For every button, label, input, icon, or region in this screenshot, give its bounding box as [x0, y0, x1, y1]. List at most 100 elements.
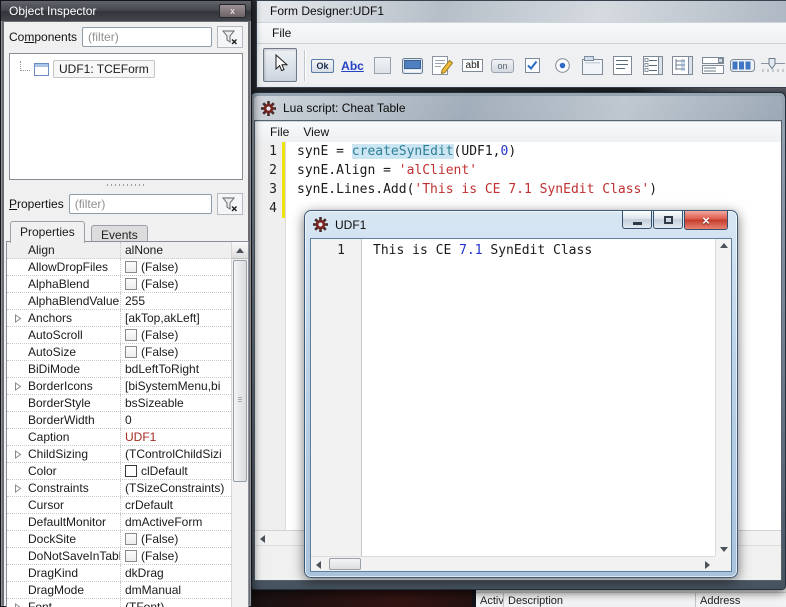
edit-tool[interactable]: abI	[460, 51, 485, 80]
property-value[interactable]: (False)	[121, 345, 231, 359]
property-row[interactable]: DoNotSaveInTable(False)	[7, 548, 231, 565]
property-value[interactable]: bsSizeable	[121, 396, 231, 410]
column-address[interactable]: Address	[696, 593, 786, 607]
lua-window-titlebar[interactable]: Lua script: Cheat Table	[254, 96, 782, 120]
property-row[interactable]: DockSite(False)	[7, 531, 231, 548]
property-value[interactable]: [biSystemMenu,bi	[121, 379, 231, 393]
scroll-left-icon[interactable]	[260, 535, 265, 543]
checkbox-icon[interactable]	[125, 346, 137, 358]
property-value[interactable]: dmManual	[121, 583, 231, 597]
column-description[interactable]: Description	[504, 593, 696, 607]
scroll-down-icon[interactable]	[720, 547, 728, 552]
menu-file[interactable]: File	[265, 24, 298, 42]
radiobutton-tool[interactable]	[550, 51, 575, 80]
scroll-right-icon[interactable]	[705, 561, 710, 569]
checkbox-icon[interactable]	[125, 550, 137, 562]
property-row[interactable]: Font(TFont)	[7, 599, 231, 607]
code-line[interactable]: 1synE = createSynEdit(UDF1,0)	[255, 142, 781, 161]
property-value[interactable]: 255	[121, 294, 231, 308]
property-value[interactable]: dmActiveForm	[121, 515, 231, 529]
property-row[interactable]: ChildSizing(TControlChildSizi	[7, 446, 231, 463]
property-row[interactable]: AutoScroll(False)	[7, 327, 231, 344]
togglebox-tool[interactable]: on	[490, 51, 515, 80]
property-row[interactable]: BiDiModebdLeftToRight	[7, 361, 231, 378]
checkbox-tool[interactable]	[520, 51, 545, 80]
code-line[interactable]: 2synE.Align = 'alClient'	[255, 161, 781, 180]
menu-file[interactable]: File	[263, 123, 296, 141]
property-value[interactable]: clDefault	[121, 464, 231, 478]
synedit-editor[interactable]: 1This is CE 7.1 SynEdit Class	[311, 239, 715, 556]
property-row[interactable]: AutoSize(False)	[7, 344, 231, 361]
code-line[interactable]: 3synE.Lines.Add('This is CE 7.1 SynEdit …	[255, 180, 781, 199]
property-value[interactable]: (False)	[121, 532, 231, 546]
scroll-left-icon[interactable]	[316, 561, 321, 569]
object-inspector-titlebar[interactable]: Object Inspector x	[1, 1, 251, 21]
property-row[interactable]: ColorclDefault	[7, 463, 231, 480]
maximize-button[interactable]	[653, 211, 683, 229]
checklistbox-tool[interactable]	[640, 51, 665, 80]
property-value[interactable]: (TControlChildSizi	[121, 447, 231, 461]
tab-properties[interactable]: Properties	[10, 221, 85, 243]
property-row[interactable]: BorderIcons[biSystemMenu,bi	[7, 378, 231, 395]
treeview-tool[interactable]	[670, 51, 695, 80]
property-value[interactable]: 0	[121, 413, 231, 427]
property-value[interactable]: dkDrag	[121, 566, 231, 580]
components-filter-clear-button[interactable]	[217, 26, 243, 48]
color-swatch[interactable]	[125, 465, 137, 477]
properties-filter-input[interactable]	[69, 194, 212, 214]
trackbar-tool[interactable]	[760, 51, 785, 80]
expand-icon[interactable]	[7, 450, 28, 459]
combobox-tool[interactable]	[700, 51, 725, 80]
property-value[interactable]: (False)	[121, 549, 231, 563]
property-value[interactable]: (False)	[121, 260, 231, 274]
scroll-up-icon[interactable]	[232, 242, 248, 259]
close-button[interactable]: ×	[684, 211, 728, 230]
components-filter-input[interactable]	[82, 27, 212, 47]
synedit-vertical-scrollbar[interactable]	[715, 239, 731, 556]
property-value[interactable]: [akTop,akLeft]	[121, 311, 231, 325]
property-row[interactable]: DefaultMonitordmActiveForm	[7, 514, 231, 531]
splitter-handle[interactable]	[4, 180, 248, 189]
property-value[interactable]: (False)	[121, 328, 231, 342]
property-value[interactable]: UDF1	[121, 430, 231, 444]
properties-filter-clear-button[interactable]	[217, 193, 243, 215]
property-value[interactable]: (TSizeConstraints)	[121, 481, 231, 495]
expand-icon[interactable]	[7, 314, 28, 323]
listbox-tool[interactable]	[610, 51, 635, 80]
property-value[interactable]: alNone	[121, 243, 231, 257]
minimize-button[interactable]	[622, 211, 652, 229]
code-line[interactable]: 1This is CE 7.1 SynEdit Class	[311, 239, 715, 259]
memo-tool[interactable]	[430, 51, 455, 80]
property-value[interactable]: (TFont)	[121, 600, 231, 607]
image-tool[interactable]	[400, 51, 425, 80]
property-row[interactable]: BorderStylebsSizeable	[7, 395, 231, 412]
property-row[interactable]: Constraints(TSizeConstraints)	[7, 480, 231, 497]
expand-icon[interactable]	[7, 484, 28, 493]
property-row[interactable]: BorderWidth0	[7, 412, 231, 429]
cursor-tool[interactable]	[263, 48, 297, 82]
form-designer-titlebar[interactable]: Form Designer:UDF1	[257, 1, 786, 22]
checkbox-icon[interactable]	[125, 329, 137, 341]
close-icon[interactable]: x	[219, 4, 246, 18]
property-row[interactable]: AllowDropFiles(False)	[7, 259, 231, 276]
scrollbar-thumb[interactable]	[329, 558, 361, 570]
checkbox-icon[interactable]	[125, 533, 137, 545]
synedit-horizontal-scrollbar[interactable]	[311, 556, 715, 571]
scrollbar-thumb[interactable]	[233, 260, 247, 482]
property-row[interactable]: AlphaBlend(False)	[7, 276, 231, 293]
panel-tool[interactable]	[370, 51, 395, 80]
expand-icon[interactable]	[7, 603, 28, 607]
property-row[interactable]: DragModedmManual	[7, 582, 231, 599]
menu-view[interactable]: View	[296, 123, 336, 141]
button-tool[interactable]: Ok	[310, 51, 335, 80]
progressbar-tool[interactable]	[730, 51, 755, 80]
property-row[interactable]: AlignalNone	[7, 242, 231, 259]
property-value[interactable]: bdLeftToRight	[121, 362, 231, 376]
property-row[interactable]: CursorcrDefault	[7, 497, 231, 514]
property-value[interactable]: (False)	[121, 277, 231, 291]
label-tool[interactable]: Abc	[340, 51, 365, 80]
checkbox-icon[interactable]	[125, 278, 137, 290]
property-row[interactable]: AlphaBlendValue255	[7, 293, 231, 310]
tree-item-udf1[interactable]: UDF1: TCEForm	[10, 54, 242, 78]
checkbox-icon[interactable]	[125, 261, 137, 273]
